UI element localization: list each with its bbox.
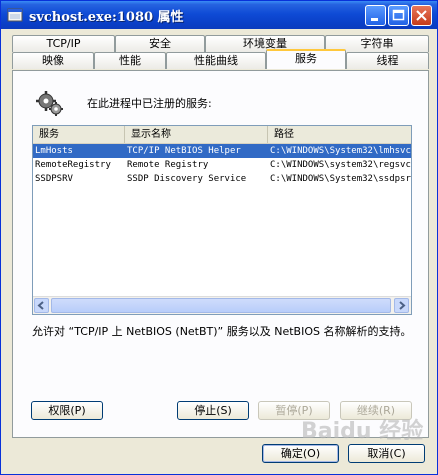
permissions-button[interactable]: 权限(P) (31, 401, 103, 420)
tab-threads[interactable]: 线程 (346, 52, 429, 69)
minimize-icon (371, 18, 378, 21)
scroll-left-button[interactable] (34, 298, 49, 313)
tab-security[interactable]: 安全 (115, 35, 205, 52)
arrow-right-icon (399, 301, 406, 310)
services-intro: 在此进程中已注册的服务: (87, 97, 212, 110)
table-row[interactable]: LmHosts TCP/IP NetBIOS Helper C:\WINDOWS… (33, 144, 411, 158)
maximize-button[interactable] (388, 5, 409, 26)
cell-path: C:\WINDOWS\System32\ssdpsrv.dll (270, 174, 411, 184)
horizontal-scrollbar[interactable] (33, 296, 411, 314)
cancel-button[interactable]: 取消(C) (348, 444, 425, 463)
list-header: 服务 显示名称 路径 (33, 126, 411, 144)
properties-window: svchost.exe:1080 属性 TCP/IP 安全 环境变量 字符串 映… (0, 0, 438, 475)
column-path[interactable]: 路径 (268, 126, 411, 143)
services-list[interactable]: 服务 显示名称 路径 LmHosts TCP/IP NetBIOS Helper… (32, 125, 412, 315)
tab-image[interactable]: 映像 (12, 52, 94, 69)
cell-service: SSDPSRV (35, 174, 73, 184)
column-display-name[interactable]: 显示名称 (125, 126, 268, 143)
column-service[interactable]: 服务 (33, 126, 125, 143)
maximize-icon (392, 9, 405, 21)
title-bar[interactable]: svchost.exe:1080 属性 (1, 1, 437, 29)
cell-display: Remote Registry (127, 160, 209, 170)
scroll-thumb[interactable] (51, 298, 391, 313)
stop-button[interactable]: 停止(S) (177, 401, 249, 420)
table-row[interactable]: RemoteRegistry Remote Registry C:\WINDOW… (33, 158, 411, 172)
window-title: svchost.exe:1080 属性 (29, 10, 184, 25)
scroll-right-button[interactable] (394, 298, 409, 313)
minimize-button[interactable] (365, 5, 386, 26)
cell-path: C:\WINDOWS\System32\lmhsvc.dll (270, 146, 411, 156)
tab-tcpip[interactable]: TCP/IP (12, 35, 115, 52)
tab-services[interactable]: 服务 (266, 49, 346, 69)
cell-display: TCP/IP NetBIOS Helper (127, 146, 241, 156)
tab-performance[interactable]: 性能 (94, 52, 166, 69)
services-gear-icon (36, 91, 63, 116)
close-icon (416, 10, 427, 21)
tab-strip: TCP/IP 安全 环境变量 字符串 映像 性能 性能曲线 服务 线程 (12, 35, 429, 71)
cell-display: SSDP Discovery Service (127, 174, 247, 184)
ok-button[interactable]: 确定(O) (262, 444, 339, 463)
close-button[interactable] (411, 5, 432, 26)
arrow-left-icon (37, 301, 44, 310)
table-row[interactable]: SSDPSRV SSDP Discovery Service C:\WINDOW… (33, 172, 411, 186)
process-icon (7, 8, 23, 22)
service-description: 允许对 “TCP/IP 上 NetBIOS (NetBT)” 服务以及 NetB… (32, 325, 412, 338)
cell-service: RemoteRegistry (35, 160, 111, 170)
cell-path: C:\WINDOWS\system32\regsvc.dll (270, 160, 411, 170)
baidu-watermark: Baidu 经验 (301, 419, 424, 444)
tab-performance-graph[interactable]: 性能曲线 (166, 52, 266, 69)
cell-service: LmHosts (35, 146, 73, 156)
services-panel: 在此进程中已注册的服务: 服务 显示名称 路径 LmHosts TCP/IP N… (12, 70, 429, 438)
